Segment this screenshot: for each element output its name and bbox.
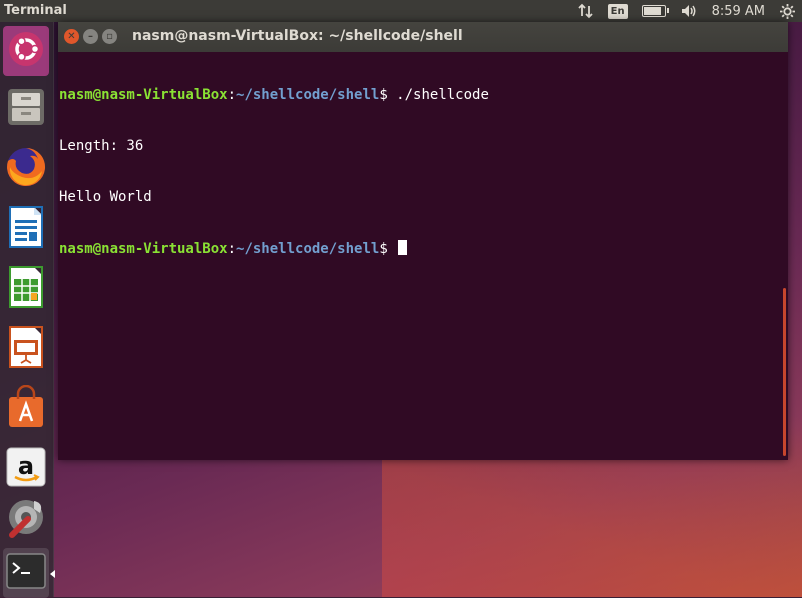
settings-wrench-icon: [4, 495, 48, 543]
launcher-ubuntu-dash[interactable]: [3, 26, 49, 76]
prompt-path: ~/shellcode/shell: [236, 87, 380, 103]
prompt-dollar: $: [379, 241, 397, 257]
clock[interactable]: 8:59 AM: [712, 4, 765, 19]
launcher-firefox[interactable]: [3, 144, 49, 194]
terminal-icon: [5, 551, 47, 595]
terminal-output[interactable]: nasm@nasm-VirtualBox:~/shellcode/shell$ …: [58, 52, 788, 460]
minimize-button[interactable]: –: [83, 29, 98, 44]
system-gear-icon[interactable]: [779, 3, 796, 20]
prompt-user-host: nasm@nasm-VirtualBox: [59, 241, 228, 257]
prompt-separator: :: [227, 87, 237, 103]
writer-document-icon: [6, 205, 46, 253]
launcher-files[interactable]: [3, 84, 49, 134]
window-titlebar[interactable]: ✕ – ▫ nasm@nasm-VirtualBox: ~/shellcode/…: [58, 22, 788, 52]
terminal-line: nasm@nasm-VirtualBox:~/shellcode/shell$ …: [59, 87, 788, 104]
launcher-system-settings[interactable]: [3, 494, 49, 544]
top-panel: Terminal En 8:59 AM: [0, 0, 802, 22]
prompt-separator: :: [227, 241, 237, 257]
battery-level-fill: [643, 7, 661, 15]
terminal-line: nasm@nasm-VirtualBox:~/shellcode/shell$: [59, 240, 788, 257]
window-controls: ✕ – ▫: [64, 29, 117, 44]
launcher-writer[interactable]: [3, 204, 49, 254]
scrollbar-thumb[interactable]: [783, 288, 786, 456]
launcher-terminal[interactable]: [3, 548, 55, 598]
indicator-area: En 8:59 AM: [577, 0, 796, 22]
terminal-line: Length: 36: [59, 138, 144, 154]
entered-command: ./shellcode: [396, 87, 489, 103]
file-cabinet-icon: [5, 86, 47, 132]
active-window-indicator: [50, 570, 55, 578]
minimize-icon: –: [88, 30, 93, 42]
prompt-user-host: nasm@nasm-VirtualBox: [59, 87, 228, 103]
terminal-window[interactable]: ✕ – ▫ nasm@nasm-VirtualBox: ~/shellcode/…: [58, 22, 788, 460]
keyboard-layout-indicator[interactable]: En: [607, 3, 628, 19]
network-arrows-icon[interactable]: [577, 3, 594, 19]
ubuntu-logo-icon: [7, 30, 45, 72]
launcher-software-center[interactable]: [3, 384, 49, 434]
active-app-name: Terminal: [4, 3, 67, 18]
launcher: a: [0, 22, 55, 598]
close-button[interactable]: ✕: [64, 29, 79, 44]
prompt-path: ~/shellcode/shell: [236, 241, 380, 257]
battery-icon[interactable]: [641, 5, 669, 17]
calc-spreadsheet-icon: [6, 265, 46, 313]
svg-text:a: a: [18, 452, 34, 480]
maximize-button[interactable]: ▫: [102, 29, 117, 44]
prompt-dollar: $: [379, 87, 397, 103]
close-icon: ✕: [67, 30, 76, 42]
amazon-icon: a: [5, 446, 47, 492]
window-title: nasm@nasm-VirtualBox: ~/shellcode/shell: [132, 28, 463, 44]
maximize-icon: ▫: [106, 30, 113, 42]
text-cursor: [398, 240, 408, 255]
firefox-icon: [4, 145, 48, 193]
launcher-amazon[interactable]: a: [3, 444, 49, 494]
volume-icon[interactable]: [680, 3, 698, 19]
launcher-impress[interactable]: [3, 324, 49, 374]
launcher-calc[interactable]: [3, 264, 49, 314]
terminal-line: Hello World: [59, 189, 152, 205]
impress-presentation-icon: [6, 325, 46, 373]
shopping-bag-icon: [5, 384, 47, 433]
